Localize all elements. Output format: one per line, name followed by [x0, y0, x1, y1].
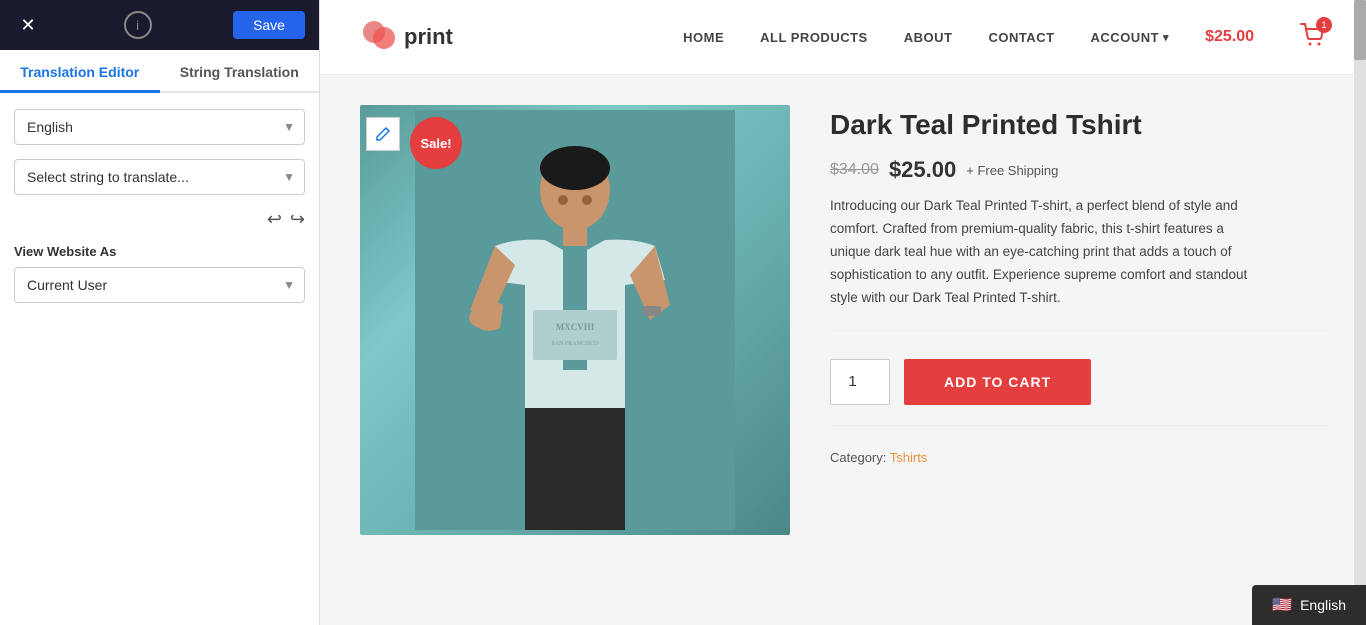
scrollbar-thumb[interactable]: [1354, 0, 1366, 60]
price-row: $34.00 $25.00 + Free Shipping: [830, 157, 1326, 183]
language-label: English: [1300, 597, 1346, 613]
sidebar-header: ✕ i Save: [0, 0, 319, 50]
nav-account[interactable]: ACCOUNT ▾: [1091, 30, 1170, 45]
string-dropdown-wrap: Select string to translate... ▼: [14, 159, 305, 195]
nav-contact[interactable]: CONTACT: [988, 30, 1054, 45]
logo-icon: [360, 18, 398, 56]
price-old: $34.00: [830, 161, 879, 179]
category-row: Category: Tshirts: [830, 450, 1326, 465]
category-link[interactable]: Tshirts: [890, 450, 928, 465]
close-button[interactable]: ✕: [14, 11, 42, 39]
string-select[interactable]: Select string to translate...: [14, 159, 305, 195]
save-button[interactable]: Save: [233, 11, 305, 39]
price-new: $25.00: [889, 157, 956, 183]
nav-links: HOME ALL PRODUCTS ABOUT CONTACT ACCOUNT …: [683, 23, 1326, 52]
svg-text:MXCVIII: MXCVIII: [556, 322, 595, 332]
product-image: MXCVIII SAN FRANCISCO: [360, 105, 790, 535]
nav-price: $25.00: [1205, 28, 1254, 46]
view-as-label: View Website As: [14, 244, 305, 259]
logo[interactable]: print: [360, 18, 453, 56]
logo-text: print: [404, 24, 453, 50]
svg-text:SAN FRANCISCO: SAN FRANCISCO: [551, 341, 599, 347]
undo-button[interactable]: ↩: [267, 209, 282, 230]
language-dropdown-wrap: English French Spanish German ▼: [14, 109, 305, 145]
info-button[interactable]: i: [124, 11, 152, 39]
scrollbar[interactable]: [1354, 0, 1366, 625]
undo-redo-controls: ↩ ↪: [14, 209, 305, 230]
divider: [830, 330, 1326, 331]
product-image-wrap: Sale! MXCVIII: [360, 105, 790, 535]
free-shipping: + Free Shipping: [966, 163, 1058, 178]
view-as-select[interactable]: Current User Guest Admin: [14, 267, 305, 303]
language-bar[interactable]: 🇺🇸 English: [1252, 585, 1366, 625]
add-to-cart-button[interactable]: ADD TO CART: [904, 359, 1091, 405]
edit-pencil-button[interactable]: [366, 117, 400, 151]
language-flag: 🇺🇸: [1272, 595, 1292, 615]
sale-badge: Sale!: [410, 117, 462, 169]
language-select[interactable]: English French Spanish German: [14, 109, 305, 145]
product-info: Dark Teal Printed Tshirt $34.00 $25.00 +…: [830, 105, 1326, 595]
pencil-icon: [375, 126, 391, 142]
category-label: Category:: [830, 450, 886, 465]
cart-icon-wrap[interactable]: 1: [1300, 23, 1326, 52]
chevron-down-icon: ▾: [1163, 31, 1169, 44]
cart-badge: 1: [1316, 17, 1332, 33]
nav-home[interactable]: HOME: [683, 30, 724, 45]
product-photo: MXCVIII SAN FRANCISCO: [415, 110, 735, 530]
tab-string-translation[interactable]: String Translation: [160, 50, 320, 93]
sidebar: ✕ i Save Translation Editor String Trans…: [0, 0, 320, 625]
nav-about[interactable]: ABOUT: [904, 30, 953, 45]
divider-2: [830, 425, 1326, 426]
product-title: Dark Teal Printed Tshirt: [830, 109, 1326, 141]
quantity-input[interactable]: [830, 359, 890, 405]
main-content: print HOME ALL PRODUCTS ABOUT CONTACT AC…: [320, 0, 1366, 625]
product-description: Introducing our Dark Teal Printed T-shir…: [830, 195, 1250, 310]
page-body: Sale! MXCVIII: [320, 75, 1366, 625]
redo-button[interactable]: ↪: [290, 209, 305, 230]
add-to-cart-row: ADD TO CART: [830, 359, 1326, 405]
navbar: print HOME ALL PRODUCTS ABOUT CONTACT AC…: [320, 0, 1366, 75]
sidebar-body: English French Spanish German ▼ Select s…: [0, 93, 319, 319]
sidebar-tabs: Translation Editor String Translation: [0, 50, 319, 93]
nav-all-products[interactable]: ALL PRODUCTS: [760, 30, 868, 45]
tab-translation-editor[interactable]: Translation Editor: [0, 50, 160, 93]
view-as-dropdown-wrap: Current User Guest Admin ▼: [14, 267, 305, 303]
